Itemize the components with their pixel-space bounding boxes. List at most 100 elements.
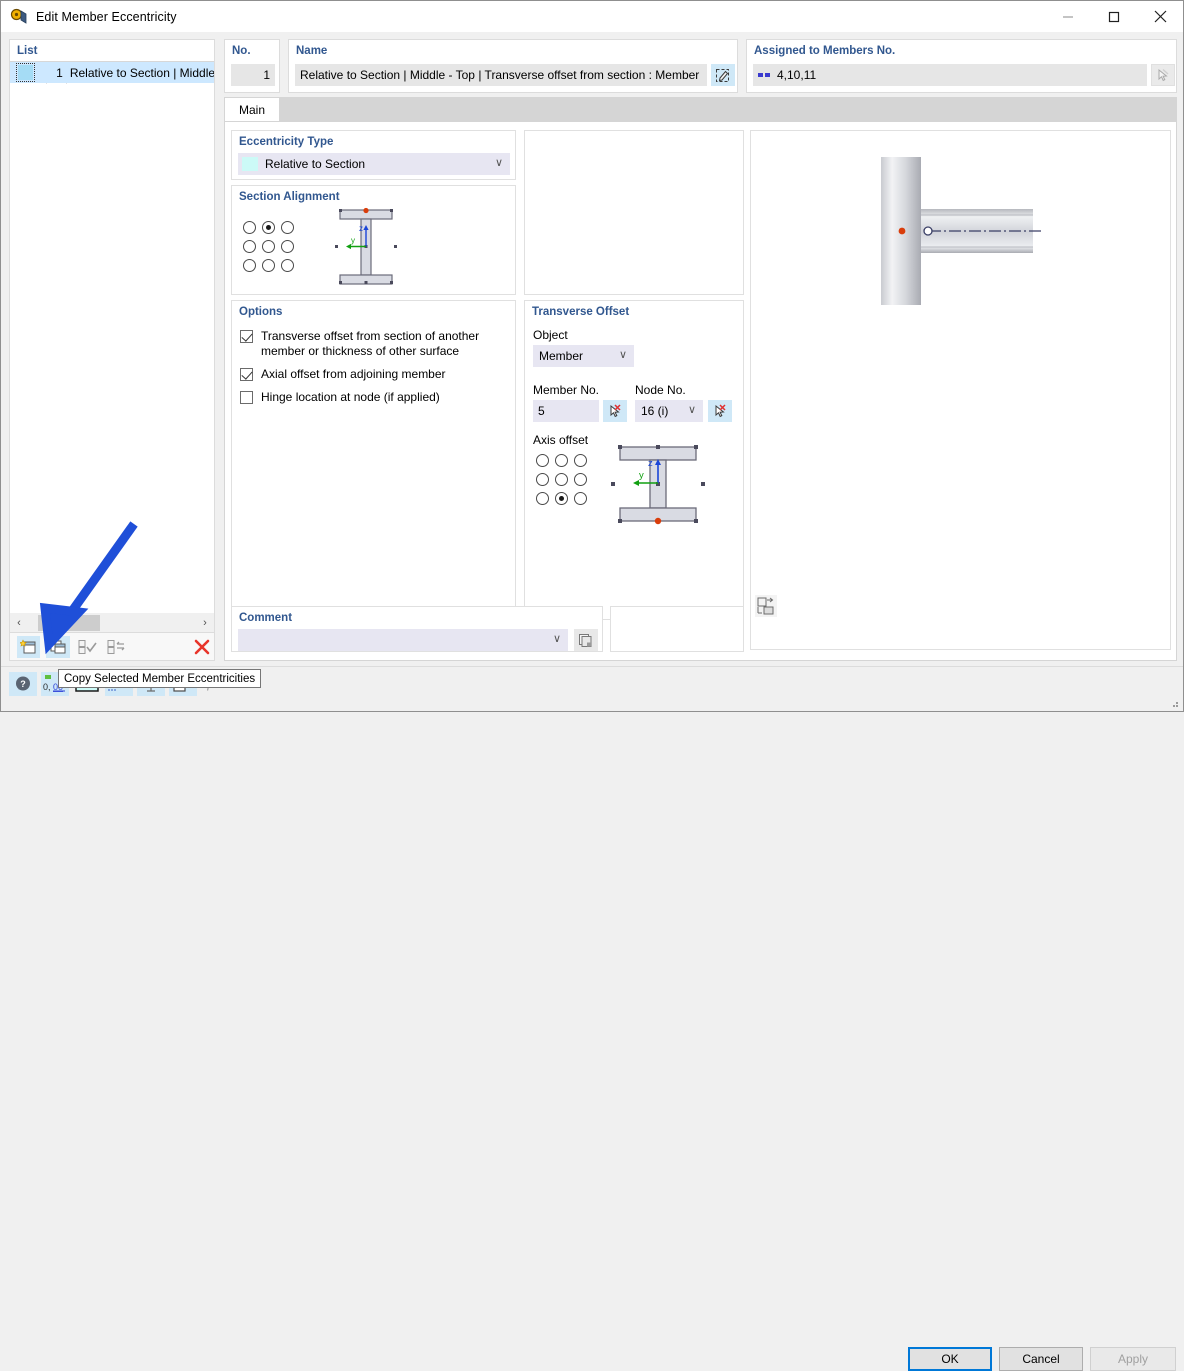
axis-radio-0[interactable]	[536, 454, 549, 467]
option-checkbox-hinge-location[interactable]	[240, 391, 253, 404]
section-alignment-radio-grid[interactable]	[240, 218, 297, 275]
pick-node-icon[interactable]	[708, 400, 732, 422]
alignment-radio-4[interactable]	[262, 240, 275, 253]
list-header-label: List	[17, 45, 37, 57]
svg-text:z: z	[648, 458, 653, 469]
node-no-select[interactable]: 16 (i) ∨	[635, 400, 703, 422]
ok-button[interactable]: OK	[908, 1347, 992, 1371]
alignment-radio-8[interactable]	[281, 259, 294, 272]
transverse-offset-group: Transverse Offset Object Member ∨ Member…	[524, 300, 744, 620]
axis-radio-6[interactable]	[536, 492, 549, 505]
axis-radio-4[interactable]	[555, 473, 568, 486]
select-all-button[interactable]	[76, 636, 99, 658]
eccentricity-type-label: Eccentricity Type	[239, 136, 333, 148]
option-checkbox-axial-offset[interactable]	[240, 368, 253, 381]
axis-offset-radio-grid[interactable]	[533, 451, 590, 508]
option-row-axial-offset[interactable]: Axial offset from adjoining member	[240, 367, 508, 382]
section-alignment-group: Section Alignment	[231, 185, 516, 295]
alignment-radio-2[interactable]	[281, 221, 294, 234]
upper-right-blank-panel	[524, 130, 744, 295]
main-tab-panel: Eccentricity Type Relative to Section ∨ …	[224, 121, 1177, 661]
pick-member-icon[interactable]	[603, 400, 627, 422]
object-label: Object	[533, 328, 568, 342]
axis-radio-7[interactable]	[555, 492, 568, 505]
comment-copy-icon[interactable]	[574, 629, 598, 651]
eccentricity-icon	[10, 8, 28, 26]
svg-text:y: y	[639, 470, 644, 481]
edit-member-eccentricity-dialog: Edit Member Eccentricity List 1 Relative…	[0, 0, 1184, 712]
axis-offset-label: Axis offset	[533, 433, 588, 447]
pick-members-icon[interactable]	[1151, 64, 1175, 86]
new-member-eccentricity-button[interactable]	[17, 636, 40, 658]
option-label-hinge-location: Hinge location at node (if applied)	[261, 390, 440, 405]
axis-radio-8[interactable]	[574, 492, 587, 505]
eccentricity-type-select[interactable]: Relative to Section ∨	[238, 153, 510, 175]
axis-radio-5[interactable]	[574, 473, 587, 486]
object-chevron-down-icon[interactable]: ∨	[619, 348, 627, 361]
object-select[interactable]: Member ∨	[533, 345, 634, 367]
scroll-right-icon[interactable]: ›	[196, 617, 214, 629]
preview-panel[interactable]	[750, 130, 1171, 650]
svg-text:0,: 0,	[43, 682, 51, 692]
axis-radio-3[interactable]	[536, 473, 549, 486]
lower-blank-panel	[610, 606, 744, 652]
option-row-hinge-location[interactable]: Hinge location at node (if applied)	[240, 390, 508, 405]
alignment-radio-7[interactable]	[262, 259, 275, 272]
list-horizontal-scrollbar[interactable]: ‹ ›	[9, 613, 215, 633]
axis-radio-1[interactable]	[555, 454, 568, 467]
name-panel: Name	[288, 39, 738, 93]
eccentricity-type-value: Relative to Section	[265, 157, 365, 171]
delete-button[interactable]	[191, 636, 214, 658]
tab-main[interactable]: Main	[224, 97, 280, 121]
help-icon[interactable]: ?	[9, 672, 37, 696]
assigned-members-input[interactable]: 4,10,11	[753, 64, 1147, 86]
alignment-radio-6[interactable]	[243, 259, 256, 272]
node-no-label: Node No.	[635, 383, 686, 397]
list-toolbar	[9, 633, 215, 661]
ok-button-label: OK	[941, 1352, 958, 1366]
node-chevron-down-icon[interactable]: ∨	[688, 403, 696, 416]
transverse-offset-label: Transverse Offset	[532, 306, 629, 318]
resize-grip-icon[interactable]	[1169, 698, 1179, 708]
option-row-transverse-offset[interactable]: Transverse offset from section of anothe…	[240, 329, 508, 359]
tooltip: Copy Selected Member Eccentricities	[58, 669, 261, 688]
list-item[interactable]: 1 Relative to Section | Middle - To	[10, 62, 214, 83]
invert-selection-button[interactable]	[105, 636, 128, 658]
edit-name-icon[interactable]	[711, 64, 735, 86]
tab-main-label: Main	[239, 103, 265, 117]
scroll-left-icon[interactable]: ‹	[10, 617, 28, 629]
cancel-button[interactable]: Cancel	[999, 1347, 1083, 1371]
tab-strip: Main	[224, 97, 1177, 121]
list-item-number: 1	[47, 66, 63, 80]
scrollbar-track[interactable]	[28, 614, 196, 632]
close-button[interactable]	[1137, 1, 1183, 32]
minimize-button[interactable]	[1045, 1, 1091, 32]
member-no-input[interactable]	[533, 400, 599, 422]
name-input[interactable]	[295, 64, 707, 86]
comment-select[interactable]: ∨	[238, 629, 568, 651]
section-alignment-preview: z y	[330, 204, 402, 293]
apply-button[interactable]: Apply	[1090, 1347, 1176, 1371]
alignment-radio-0[interactable]	[243, 221, 256, 234]
svg-text:?: ?	[20, 679, 26, 689]
alignment-radio-3[interactable]	[243, 240, 256, 253]
alignment-radio-5[interactable]	[281, 240, 294, 253]
comment-chevron-down-icon[interactable]: ∨	[553, 632, 561, 645]
copy-selected-member-eccentricities-button[interactable]	[46, 636, 69, 658]
number-input[interactable]	[231, 64, 275, 86]
svg-text:z: z	[359, 224, 363, 233]
option-checkbox-transverse-offset[interactable]	[240, 330, 253, 343]
svg-text:y: y	[351, 236, 355, 245]
chevron-down-icon[interactable]: ∨	[495, 156, 503, 169]
alignment-radio-1[interactable]	[262, 221, 275, 234]
options-label: Options	[239, 306, 282, 318]
scrollbar-thumb[interactable]	[38, 615, 100, 631]
option-label-axial-offset: Axial offset from adjoining member	[261, 367, 446, 382]
node-no-value: 16 (i)	[641, 404, 668, 418]
axis-radio-2[interactable]	[574, 454, 587, 467]
number-panel: No.	[224, 39, 280, 93]
options-group: Options Transverse offset from section o…	[231, 300, 516, 620]
title-bar: Edit Member Eccentricity	[1, 1, 1183, 32]
option-label-transverse-offset: Transverse offset from section of anothe…	[261, 329, 508, 359]
maximize-button[interactable]	[1091, 1, 1137, 32]
